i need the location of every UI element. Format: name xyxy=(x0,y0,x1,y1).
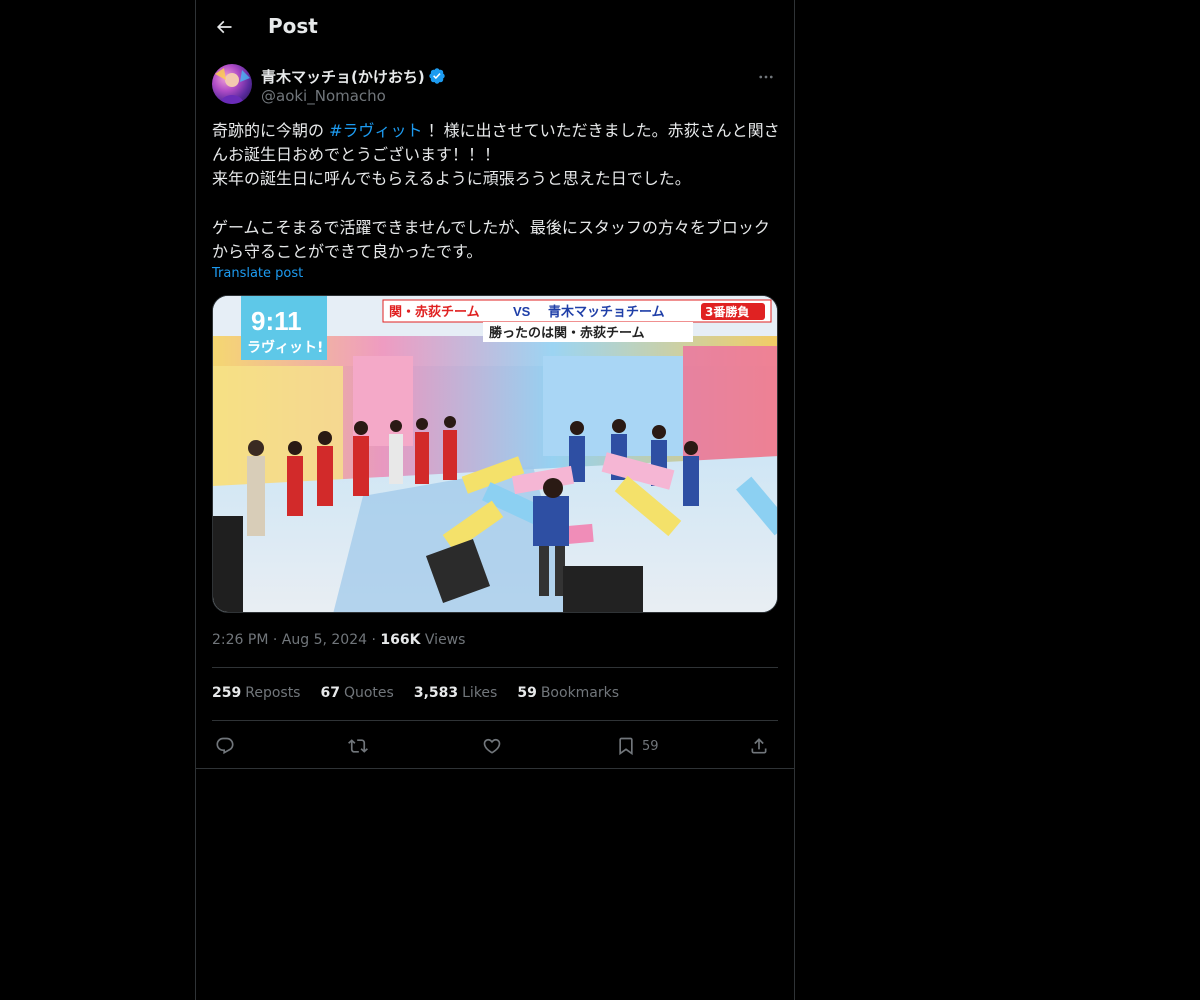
avatar[interactable] xyxy=(212,64,252,104)
likes-count: 3,583 xyxy=(413,685,459,701)
likes-label: Likes xyxy=(462,685,498,701)
banner-game: 3番勝負 xyxy=(705,304,749,319)
tweet-media[interactable]: 9:11 ラヴィット! 関・赤荻チーム VS 青木マッチョチーム 3番勝負 勝っ… xyxy=(212,295,778,613)
banner-vs: VS xyxy=(513,304,531,319)
page-title: Post xyxy=(268,14,318,38)
tweet-text-before: 奇跡的に今朝の xyxy=(212,121,330,140)
repost-button[interactable] xyxy=(348,733,368,759)
views-label: Views xyxy=(424,632,466,648)
reposts-count: 259 xyxy=(212,685,242,701)
quotes-count: 67 xyxy=(320,685,340,701)
arrow-left-icon xyxy=(216,20,232,34)
translate-post-link[interactable]: Translate post xyxy=(212,266,303,281)
share-button[interactable] xyxy=(749,733,769,759)
more-options-button[interactable] xyxy=(752,66,780,88)
reposts-label: Reposts xyxy=(245,685,301,701)
banner-team-a: 関・赤荻チーム xyxy=(389,304,480,320)
bookmark-icon xyxy=(619,737,633,756)
share-icon xyxy=(751,738,767,754)
author-name[interactable]: 青木マッチョ(かけおち) xyxy=(261,66,446,87)
page-header: Post xyxy=(196,0,794,54)
quotes-stat[interactable]: 67 Quotes xyxy=(320,685,393,701)
clock-text: 9:11 xyxy=(251,306,302,336)
repost-icon xyxy=(348,739,368,753)
bookmark-count: 59 xyxy=(642,738,659,754)
likes-stat[interactable]: 3,583 Likes xyxy=(414,685,498,701)
banner-team-b: 青木マッチョチーム xyxy=(548,304,665,320)
heart-icon xyxy=(483,738,501,754)
more-horizontal-icon xyxy=(759,75,773,79)
banner-result: 勝ったのは関・赤荻チーム xyxy=(489,325,645,341)
quotes-label: Quotes xyxy=(343,685,394,701)
bookmarks-stat[interactable]: 59 Bookmarks xyxy=(517,685,619,701)
meta-separator: · xyxy=(272,632,282,648)
post-time[interactable]: 2:26 PM xyxy=(212,632,268,648)
bookmarks-count: 59 xyxy=(517,685,537,701)
post-meta: 2:26 PM · Aug 5, 2024 · 166K Views xyxy=(212,632,465,648)
action-bar: 59 xyxy=(212,733,778,759)
tweet-text-after: ！様に出させていただきました。赤荻さんと関さんお誕生日おめでとうございます！！！… xyxy=(212,121,780,262)
divider xyxy=(212,720,778,721)
views-count: 166K xyxy=(380,632,421,648)
show-logo-text: ラヴィット! xyxy=(247,339,323,356)
bookmark-button[interactable]: 59 xyxy=(616,733,659,759)
post-date[interactable]: Aug 5, 2024 xyxy=(282,632,367,648)
author-name-text: 青木マッチョ(かけおち) xyxy=(261,68,425,86)
author-handle[interactable]: @aoki_Nomacho xyxy=(261,87,386,105)
reply-button[interactable] xyxy=(215,733,235,759)
divider xyxy=(212,667,778,668)
bookmarks-label: Bookmarks xyxy=(540,685,620,701)
like-button[interactable] xyxy=(482,733,502,759)
author-block: 青木マッチョ(かけおち) @aoki_Nomacho xyxy=(212,64,780,108)
avatar-image xyxy=(215,68,250,104)
engagement-stats: 259 Reposts 67 Quotes 3,583 Likes 59 Bookmar… xyxy=(212,685,619,701)
divider xyxy=(196,768,794,769)
hashtag-link[interactable]: #ラヴィット xyxy=(329,121,422,140)
reply-icon xyxy=(216,737,234,755)
studio-photo: 9:11 ラヴィット! 関・赤荻チーム VS 青木マッチョチーム 3番勝負 勝っ… xyxy=(213,296,777,612)
reposts-stat[interactable]: 259 Reposts xyxy=(212,685,300,701)
tweet-text: 奇跡的に今朝の #ラヴィット ！様に出させていただきました。赤荻さんと関さんお誕… xyxy=(212,119,780,264)
verified-badge-icon xyxy=(429,68,445,84)
back-button[interactable] xyxy=(210,13,238,41)
post-column: Post 青木マッチョ(かけおち) @aoki_Nomacho 奇跡的に今朝の … xyxy=(195,0,795,1000)
